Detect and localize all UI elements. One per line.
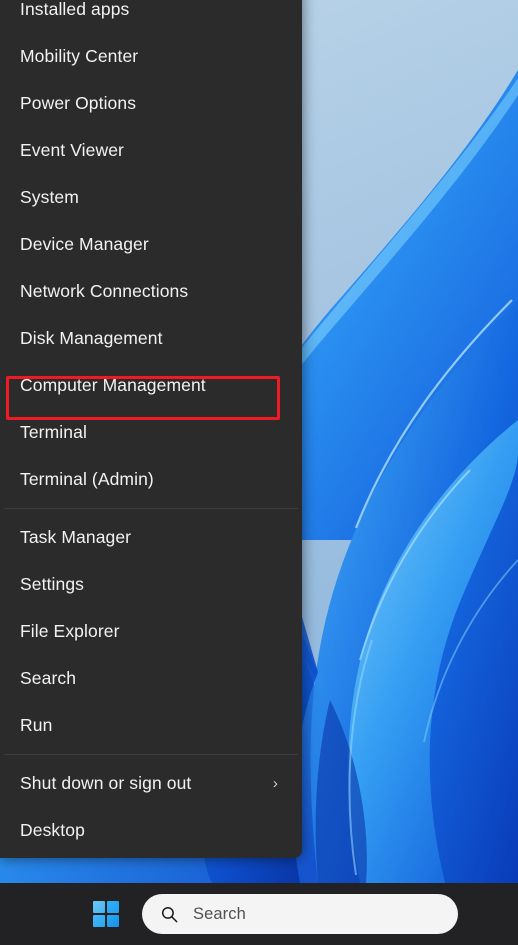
taskbar-search-box[interactable]: Search [142, 894, 458, 934]
menu-item-shut-down-or-sign-out[interactable]: Shut down or sign out › [0, 760, 302, 807]
taskbar: Search [0, 883, 518, 945]
menu-item-label: Run [20, 715, 53, 735]
menu-item-label: Terminal [20, 422, 87, 442]
menu-item-event-viewer[interactable]: Event Viewer [0, 127, 302, 174]
start-button[interactable] [84, 892, 128, 936]
menu-item-label: Event Viewer [20, 140, 124, 160]
menu-separator-1 [4, 508, 298, 509]
menu-item-label: Desktop [20, 820, 85, 840]
menu-item-installed-apps[interactable]: Installed apps [0, 0, 302, 33]
menu-item-mobility-center[interactable]: Mobility Center [0, 33, 302, 80]
menu-item-label: File Explorer [20, 621, 120, 641]
menu-item-label: Task Manager [20, 527, 132, 547]
menu-item-label: Network Connections [20, 281, 189, 301]
menu-item-desktop[interactable]: Desktop [0, 807, 302, 854]
menu-separator-2 [4, 754, 298, 755]
menu-item-label: Mobility Center [20, 46, 139, 66]
menu-item-search[interactable]: Search [0, 655, 302, 702]
menu-item-label: Terminal (Admin) [20, 469, 154, 489]
menu-group-system-tools: Installed apps Mobility Center Power Opt… [0, 0, 302, 503]
menu-item-computer-management[interactable]: Computer Management [0, 362, 302, 409]
menu-item-label: Settings [20, 574, 85, 594]
menu-item-network-connections[interactable]: Network Connections [0, 268, 302, 315]
menu-item-system[interactable]: System [0, 174, 302, 221]
menu-item-label: System [20, 187, 79, 207]
menu-group-shell-tools: Task Manager Settings File Explorer Sear… [0, 514, 302, 749]
menu-item-label: Power Options [20, 93, 137, 113]
menu-item-label: Search [20, 668, 77, 688]
menu-item-power-options[interactable]: Power Options [0, 80, 302, 127]
search-icon [161, 906, 178, 922]
menu-item-label: Computer Management [20, 375, 206, 395]
menu-item-disk-management[interactable]: Disk Management [0, 315, 302, 362]
menu-item-file-explorer[interactable]: File Explorer [0, 608, 302, 655]
menu-item-label: Disk Management [20, 328, 163, 348]
menu-item-label: Device Manager [20, 234, 149, 254]
chevron-right-icon: › [272, 775, 278, 792]
menu-item-terminal-admin[interactable]: Terminal (Admin) [0, 456, 302, 503]
menu-group-session: Shut down or sign out › Desktop [0, 760, 302, 854]
menu-item-run[interactable]: Run [0, 702, 302, 749]
menu-item-task-manager[interactable]: Task Manager [0, 514, 302, 561]
menu-item-label: Shut down or sign out [20, 773, 192, 793]
menu-item-device-manager[interactable]: Device Manager [0, 221, 302, 268]
search-placeholder-text: Search [193, 904, 246, 923]
power-user-menu[interactable]: Installed apps Mobility Center Power Opt… [0, 0, 302, 858]
menu-item-terminal[interactable]: Terminal [0, 409, 302, 456]
windows-logo-icon [93, 901, 119, 927]
menu-item-settings[interactable]: Settings [0, 561, 302, 608]
menu-item-label: Installed apps [20, 0, 130, 19]
